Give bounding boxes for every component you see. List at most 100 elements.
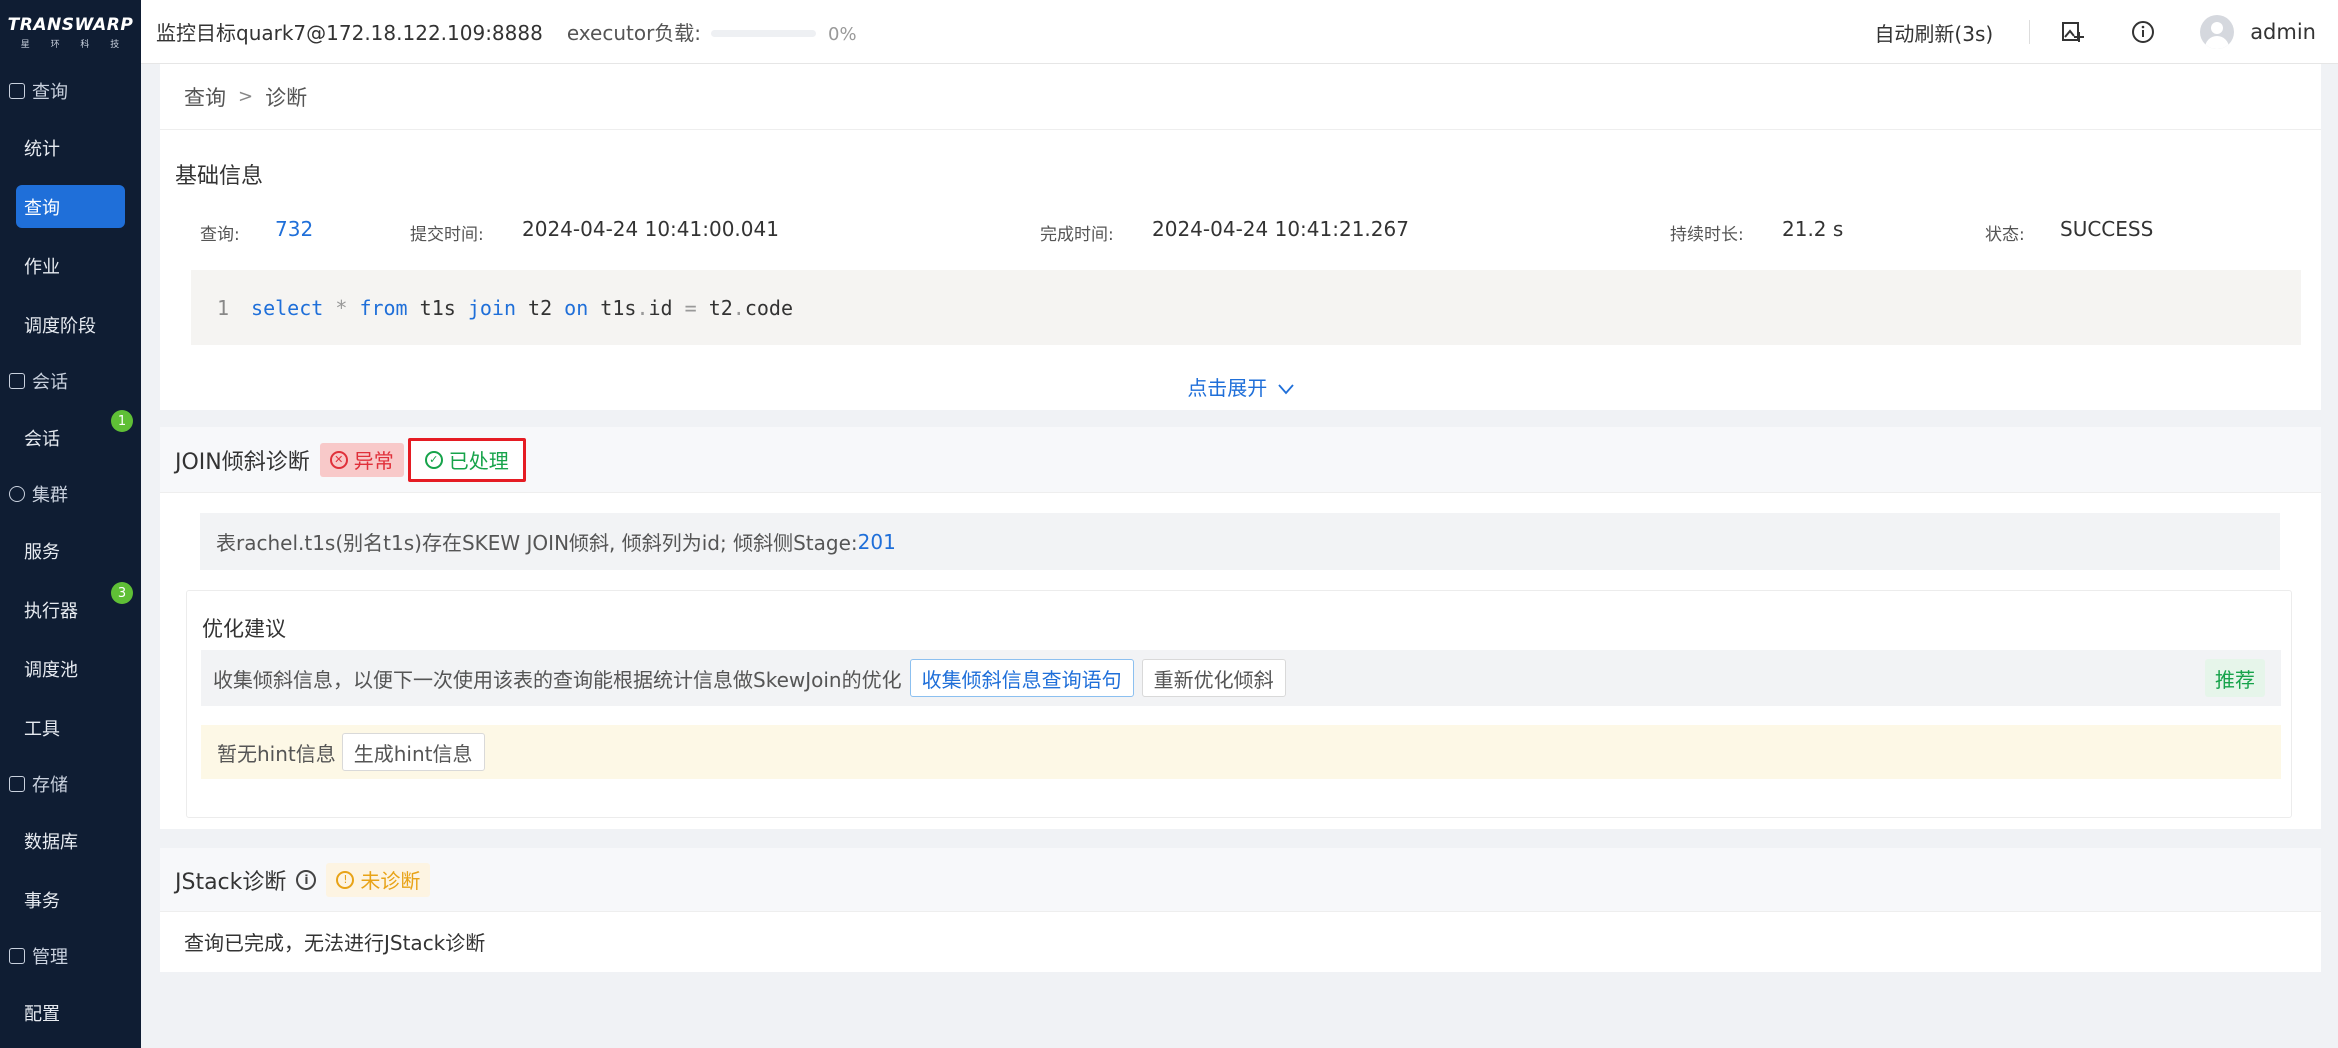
executor-load-percent: 0%: [828, 24, 857, 45]
jstack-message: 查询已完成，无法进行JStack诊断: [184, 931, 486, 955]
sql-token: t1s: [588, 295, 637, 320]
sql-token: t2: [696, 295, 733, 320]
sql-token: id: [648, 295, 685, 320]
sidebar-item-label: 查询: [24, 197, 60, 219]
sql-token: .: [636, 295, 649, 320]
sidebar-item[interactable]: 事务: [0, 870, 141, 929]
sidebar-item[interactable]: 统计: [0, 118, 141, 177]
info-icon[interactable]: [2130, 19, 2156, 45]
skew-message-text: 表rachel.t1s(别名t1s)存在SKEW JOIN倾斜, 倾斜列为id;…: [216, 531, 858, 555]
sidebar-group-label: 会话: [32, 372, 68, 393]
auto-refresh-toggle[interactable]: 自动刷新(3s): [1874, 18, 1993, 47]
sidebar-item[interactable]: 作业: [0, 236, 141, 295]
hint-row: 暂无hint信息 生成hint信息: [201, 725, 2281, 779]
duration-value: 21.2 s: [1782, 217, 1844, 241]
sidebar-item-label: 作业: [24, 256, 60, 278]
duration-label: 持续时长:: [1670, 225, 1744, 245]
suggestion-text: 收集倾斜信息，以便下一次使用该表的查询能根据统计信息做SkewJoin的优化: [213, 667, 902, 692]
query-id-link[interactable]: 732: [275, 217, 313, 241]
divider: [2029, 20, 2031, 44]
sidebar-item-label: 数据库: [24, 831, 78, 853]
sql-token: select: [251, 295, 324, 320]
sidebar-group: 存储: [0, 757, 141, 811]
sidebar-item-label: 服务: [24, 541, 60, 563]
stage-link[interactable]: 201: [858, 530, 896, 554]
sidebar-item[interactable]: 配置: [0, 983, 141, 1042]
sidebar-item[interactable]: 会话 1: [0, 408, 141, 467]
logo-text: TRANSWARP: [7, 14, 134, 35]
jstack-card: JStack诊断 i ! 未诊断 查询已完成，无法进行JStack诊断: [160, 848, 2321, 972]
sql-statement: select * from t1s join t2 on t1s.id = t2…: [251, 296, 793, 320]
breadcrumb: 查询 > 诊断: [160, 64, 2321, 130]
sidebar-group: 集群: [0, 467, 141, 521]
sidebar-item[interactable]: 服务: [0, 521, 141, 580]
sidebar-item[interactable]: 执行器 3: [0, 580, 141, 639]
finish-time-label: 完成时间:: [1040, 225, 1114, 245]
generate-hint-button[interactable]: 生成hint信息: [341, 733, 485, 771]
transwarp-logo[interactable]: TRANSWARP 星 环 科 技: [0, 0, 141, 64]
sidebar-item-label: 配置: [24, 1003, 60, 1025]
breadcrumb-query-link[interactable]: 查询: [184, 82, 226, 112]
sidebar-group-label: 集群: [32, 485, 68, 506]
logo-subtext: 星 环 科 技: [20, 39, 129, 50]
sidebar-item-label: 调度阶段: [24, 315, 96, 337]
user-name[interactable]: admin: [2250, 20, 2316, 44]
handled-tag[interactable]: ✓ 已处理: [407, 437, 526, 482]
expand-toggle[interactable]: 点击展开: [160, 372, 2321, 401]
sidebar-item[interactable]: 调度池: [0, 639, 141, 698]
sidebar-item[interactable]: 调度阶段: [0, 295, 141, 354]
session-icon: [9, 373, 25, 389]
sidebar-item-label: 工具: [24, 718, 60, 740]
sidebar-item-label: 调度池: [24, 659, 78, 681]
reoptimize-skew-button[interactable]: 重新优化倾斜: [1141, 659, 1286, 697]
collect-skew-sql-button[interactable]: 收集倾斜信息查询语句: [909, 659, 1134, 697]
storage-icon: [9, 776, 25, 792]
sidebar-item[interactable]: 数据库: [0, 811, 141, 870]
sidebar: TRANSWARP 星 环 科 技 查询 统计 查询 作业 调度阶段 会话 会话 1 集群 服务执…: [0, 0, 141, 1048]
sidebar-item-label: 事务: [24, 890, 60, 912]
sidebar-group-label: 查询: [32, 82, 68, 103]
abnormal-tag-label: 异常: [353, 449, 394, 473]
basic-info-title: 基础信息: [175, 164, 264, 189]
chevron-down-icon: [1277, 384, 1294, 395]
monitor-target: 监控目标quark7@172.18.122.109:8888: [156, 21, 543, 45]
sidebar-group: 管理: [0, 929, 141, 983]
sidebar-group-label: 存储: [32, 775, 68, 796]
sidebar-group-label: 管理: [32, 947, 68, 968]
close-circle-icon: ✕: [329, 450, 348, 469]
sql-token: *: [335, 295, 348, 320]
sidebar-item-label: 会话: [24, 428, 60, 450]
expand-label: 点击展开: [1187, 376, 1268, 400]
sql-token: t1s: [407, 295, 468, 320]
sidebar-item[interactable]: 查询: [0, 177, 141, 236]
info-icon[interactable]: i: [296, 869, 317, 890]
admin-icon: [9, 948, 25, 964]
avatar[interactable]: [2200, 15, 2235, 49]
hint-status-text: 暂无hint信息: [217, 741, 336, 766]
submit-time-value: 2024-04-24 10:41:00.041: [522, 217, 779, 241]
suggestions-title: 优化建议: [202, 617, 286, 641]
count-badge: 1: [111, 410, 133, 432]
skew-diagnosis-message: 表rachel.t1s(别名t1s)存在SKEW JOIN倾斜, 倾斜列为id;…: [200, 513, 2280, 570]
recommend-badge: 推荐: [2205, 659, 2265, 697]
jstack-header: JStack诊断 i ! 未诊断: [160, 848, 2321, 912]
sql-token: on: [564, 295, 589, 320]
sql-code-block[interactable]: 1 select * from t1s join t2 on t1s.id = …: [191, 270, 2301, 345]
sql-token: from: [359, 295, 408, 320]
image-upload-icon[interactable]: [2060, 19, 2086, 45]
suggestion-row: 收集倾斜信息，以便下一次使用该表的查询能根据统计信息做SkewJoin的优化 收…: [201, 650, 2281, 706]
sidebar-item-label: 统计: [24, 138, 60, 160]
globe-icon: [9, 486, 25, 502]
executor-load: executor负载: 0%: [567, 17, 857, 46]
sidebar-group: 查询: [0, 64, 141, 118]
sidebar-item[interactable]: 工具: [0, 698, 141, 757]
status-value: SUCCESS: [2060, 217, 2154, 241]
breadcrumb-current: 诊断: [265, 85, 308, 110]
not-diagnosed-tag: ! 未诊断: [326, 862, 431, 897]
optimization-suggestions: 优化建议 收集倾斜信息，以便下一次使用该表的查询能根据统计信息做SkewJoin…: [186, 590, 2292, 818]
jstack-title: JStack诊断: [175, 869, 287, 895]
terminal-icon: [9, 83, 25, 99]
finish-time-value: 2024-04-24 10:41:21.267: [1152, 217, 1409, 241]
